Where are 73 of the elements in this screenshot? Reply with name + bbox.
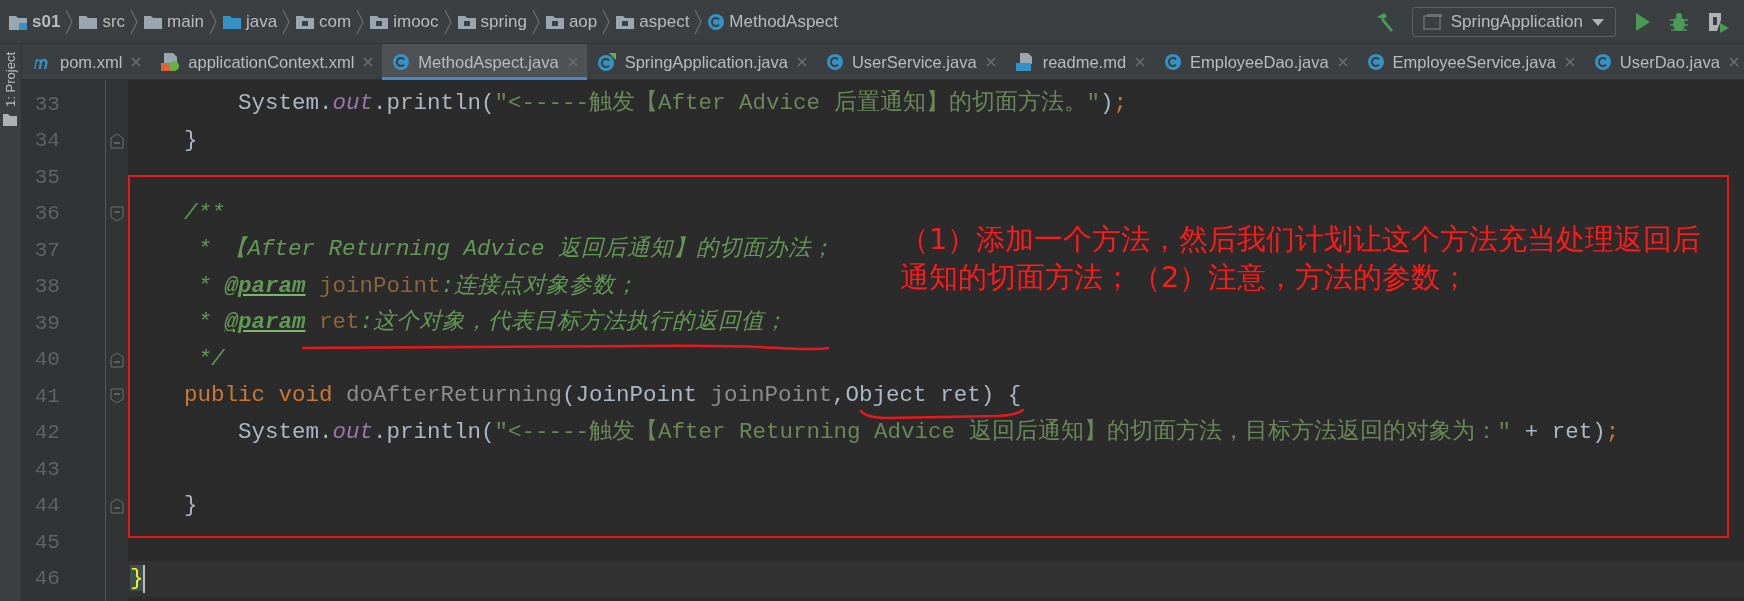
breadcrumb-item[interactable]: aop bbox=[568, 8, 598, 35]
close-icon bbox=[1336, 56, 1349, 68]
run-config-dropdown[interactable]: SpringApplication bbox=[1411, 6, 1616, 37]
caret-icon bbox=[1591, 16, 1605, 27]
package-icon bbox=[456, 13, 477, 30]
editor-tab[interactable]: applicationContext.xml bbox=[150, 44, 383, 80]
folder-icon bbox=[78, 13, 99, 30]
package-icon bbox=[544, 13, 565, 30]
breadcrumb-item[interactable]: com bbox=[319, 8, 352, 35]
editor-tab[interactable]: EmployeeDao.java bbox=[1154, 44, 1357, 80]
folder-icon bbox=[221, 13, 242, 30]
editor-tab[interactable]: readme.md bbox=[1004, 44, 1155, 80]
folder-icon bbox=[143, 13, 164, 30]
class-icon bbox=[825, 53, 844, 71]
editor-tab[interactable]: pom.xml bbox=[21, 44, 151, 80]
breadcrumb-item[interactable]: imooc bbox=[393, 8, 439, 35]
breadcrumb-item[interactable]: MethodAspect bbox=[729, 8, 839, 35]
close-icon bbox=[1134, 56, 1147, 68]
code-line: * @param ret:这个对象，代表目标方法执行的返回值； bbox=[196, 308, 787, 338]
package-icon bbox=[369, 13, 390, 30]
chevron-icon bbox=[281, 8, 292, 35]
class-icon bbox=[1593, 53, 1612, 71]
annotation-text: （1）添加一个方法，然后我们计划让这个方法充当处理返回后通知的切面方法；（2）注意，方法的参数； bbox=[899, 221, 1703, 296]
close-icon bbox=[130, 56, 143, 68]
chevron-icon bbox=[64, 8, 75, 35]
close-icon bbox=[566, 56, 579, 68]
chevron-icon bbox=[693, 8, 704, 35]
editor-tab[interactable]: MethodAspect.java bbox=[382, 44, 587, 80]
class-icon bbox=[707, 12, 726, 31]
code-line: * @param joinPoint:连接点对象参数； bbox=[196, 271, 639, 301]
folder-icon bbox=[2, 112, 19, 127]
breadcrumb-item[interactable]: src bbox=[102, 8, 126, 35]
code-line: } bbox=[182, 125, 198, 155]
package-icon bbox=[615, 13, 636, 30]
chevron-icon bbox=[601, 8, 612, 35]
breadcrumb-item[interactable]: spring bbox=[480, 8, 527, 35]
code-line: * 【After Returning Advice 返回后通知】的切面办法； bbox=[196, 235, 835, 265]
editor-tab[interactable]: SpringApplication.java bbox=[586, 44, 816, 80]
breadcrumb-item[interactable]: s01 bbox=[32, 8, 61, 35]
project-panel-tab[interactable]: 1: Project bbox=[0, 52, 21, 107]
close-icon bbox=[362, 56, 375, 68]
close-icon bbox=[1563, 56, 1576, 68]
close-icon bbox=[984, 56, 997, 68]
editor-tab[interactable]: UserService.java bbox=[815, 44, 1005, 80]
code-line: } bbox=[182, 490, 198, 520]
window-icon bbox=[1422, 12, 1443, 31]
close-icon bbox=[1727, 56, 1740, 68]
chevron-icon bbox=[355, 8, 366, 35]
code-line: /** bbox=[182, 198, 225, 228]
code-line: public void doAfterReturning(JoinPoint joinPoint,Object ret) { bbox=[182, 381, 1022, 411]
code-line: System.out.println("<-----触发【After Returning Advice 返回后通知】的切面方法，目标方法返回的对象为：" + ret); bbox=[236, 417, 1620, 447]
class-icon bbox=[1366, 53, 1385, 71]
chevron-icon bbox=[129, 8, 140, 35]
package-icon bbox=[295, 13, 316, 30]
editor-tab[interactable]: EmployeeService.java bbox=[1356, 44, 1584, 80]
class-icon bbox=[392, 53, 411, 71]
close-icon bbox=[795, 56, 808, 68]
breadcrumb-item[interactable]: java bbox=[245, 8, 278, 35]
bug-icon bbox=[1668, 10, 1690, 33]
xml-file-icon bbox=[160, 52, 181, 72]
breadcrumb-item[interactable]: aspect bbox=[639, 8, 690, 35]
markdown-file-icon bbox=[1014, 52, 1035, 72]
code-line: */ bbox=[196, 344, 225, 374]
chevron-icon bbox=[442, 8, 453, 35]
chevron-icon bbox=[530, 8, 541, 35]
code-line: System.out.println("<-----触发【After Advice 后置通知】的切面方法。"); bbox=[236, 88, 1128, 119]
text-caret bbox=[143, 564, 146, 593]
coverage-icon bbox=[1706, 10, 1730, 33]
breadcrumb-item[interactable]: main bbox=[167, 8, 204, 35]
editor-tab[interactable]: UserDao.java bbox=[1583, 44, 1744, 80]
class-icon bbox=[1164, 53, 1183, 71]
chevron-icon bbox=[207, 8, 218, 35]
class-icon bbox=[596, 52, 617, 72]
